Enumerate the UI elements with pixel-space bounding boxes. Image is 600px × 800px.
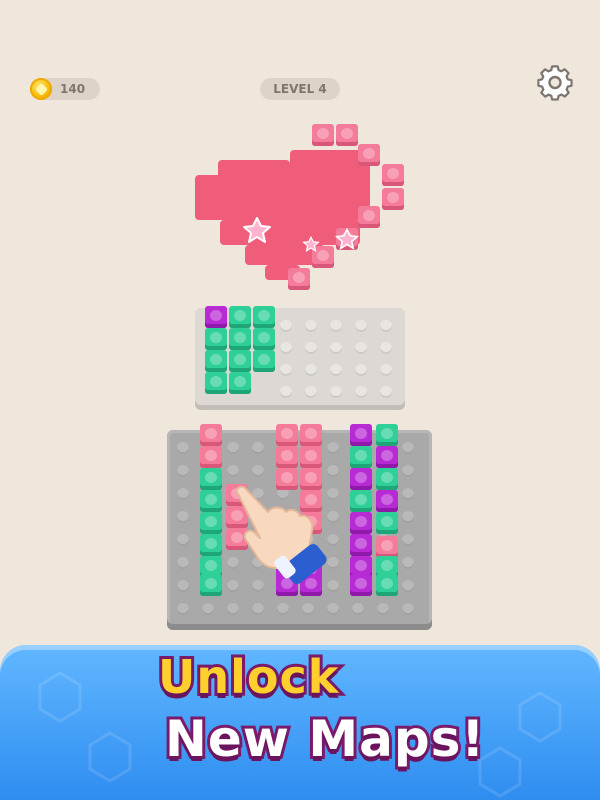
plate-stud bbox=[302, 603, 314, 615]
sparkle-icon bbox=[302, 236, 320, 252]
plate-stud bbox=[252, 603, 264, 615]
coin-icon bbox=[30, 78, 52, 100]
plate-stud bbox=[355, 386, 367, 398]
plate-stud bbox=[177, 488, 189, 500]
plate-stud bbox=[227, 465, 239, 477]
sparkle-icon bbox=[243, 217, 271, 243]
plate-stud bbox=[202, 603, 214, 615]
tutorial-hand-icon bbox=[235, 485, 327, 584]
plate-stud bbox=[402, 603, 414, 615]
plate-stud bbox=[305, 342, 317, 354]
coin-counter: 140 bbox=[30, 78, 100, 100]
plate-stud bbox=[177, 511, 189, 523]
plate-stud bbox=[355, 364, 367, 376]
plate-stud bbox=[330, 320, 342, 332]
plate-stud bbox=[177, 580, 189, 592]
plate-stud bbox=[327, 603, 339, 615]
plate-stud bbox=[402, 580, 414, 592]
plate-stud bbox=[380, 320, 392, 332]
banner-title-line1: Unlock bbox=[155, 647, 341, 707]
plate-stud bbox=[277, 603, 289, 615]
heart-target-shape bbox=[190, 120, 410, 300]
plate-stud bbox=[177, 534, 189, 546]
plate-stud bbox=[177, 557, 189, 569]
plate-stud bbox=[227, 603, 239, 615]
plate-stud bbox=[380, 364, 392, 376]
plate-stud bbox=[377, 603, 389, 615]
plate-stud bbox=[380, 386, 392, 398]
plate-stud bbox=[330, 364, 342, 376]
plate-stud bbox=[330, 342, 342, 354]
level-indicator: LEVEL 4 bbox=[260, 78, 340, 100]
plate-stud bbox=[305, 386, 317, 398]
plate-stud bbox=[177, 442, 189, 454]
plate-stud bbox=[402, 557, 414, 569]
plate-stud bbox=[327, 442, 339, 454]
banner-title-line2: New Maps! bbox=[162, 707, 487, 771]
plate-stud bbox=[355, 342, 367, 354]
plate-stud bbox=[355, 320, 367, 332]
plate-stud bbox=[330, 386, 342, 398]
plate-stud bbox=[252, 442, 264, 454]
plate-stud bbox=[280, 342, 292, 354]
plate-stud bbox=[177, 603, 189, 615]
plate-stud bbox=[402, 534, 414, 546]
plate-stud bbox=[280, 320, 292, 332]
plate-stud bbox=[327, 465, 339, 477]
sparkle-icon bbox=[335, 228, 359, 250]
plate-stud bbox=[177, 465, 189, 477]
plate-stud bbox=[352, 603, 364, 615]
plate-stud bbox=[402, 488, 414, 500]
plate-stud bbox=[402, 511, 414, 523]
plate-stud bbox=[280, 386, 292, 398]
plate-stud bbox=[380, 342, 392, 354]
coin-count: 140 bbox=[60, 82, 86, 96]
plate-stud bbox=[280, 364, 292, 376]
gear-icon[interactable] bbox=[537, 65, 573, 101]
plate-stud bbox=[227, 442, 239, 454]
plate-stud bbox=[402, 465, 414, 477]
plate-stud bbox=[305, 364, 317, 376]
plate-stud bbox=[305, 320, 317, 332]
plate-stud bbox=[402, 442, 414, 454]
plate-stud bbox=[252, 465, 264, 477]
